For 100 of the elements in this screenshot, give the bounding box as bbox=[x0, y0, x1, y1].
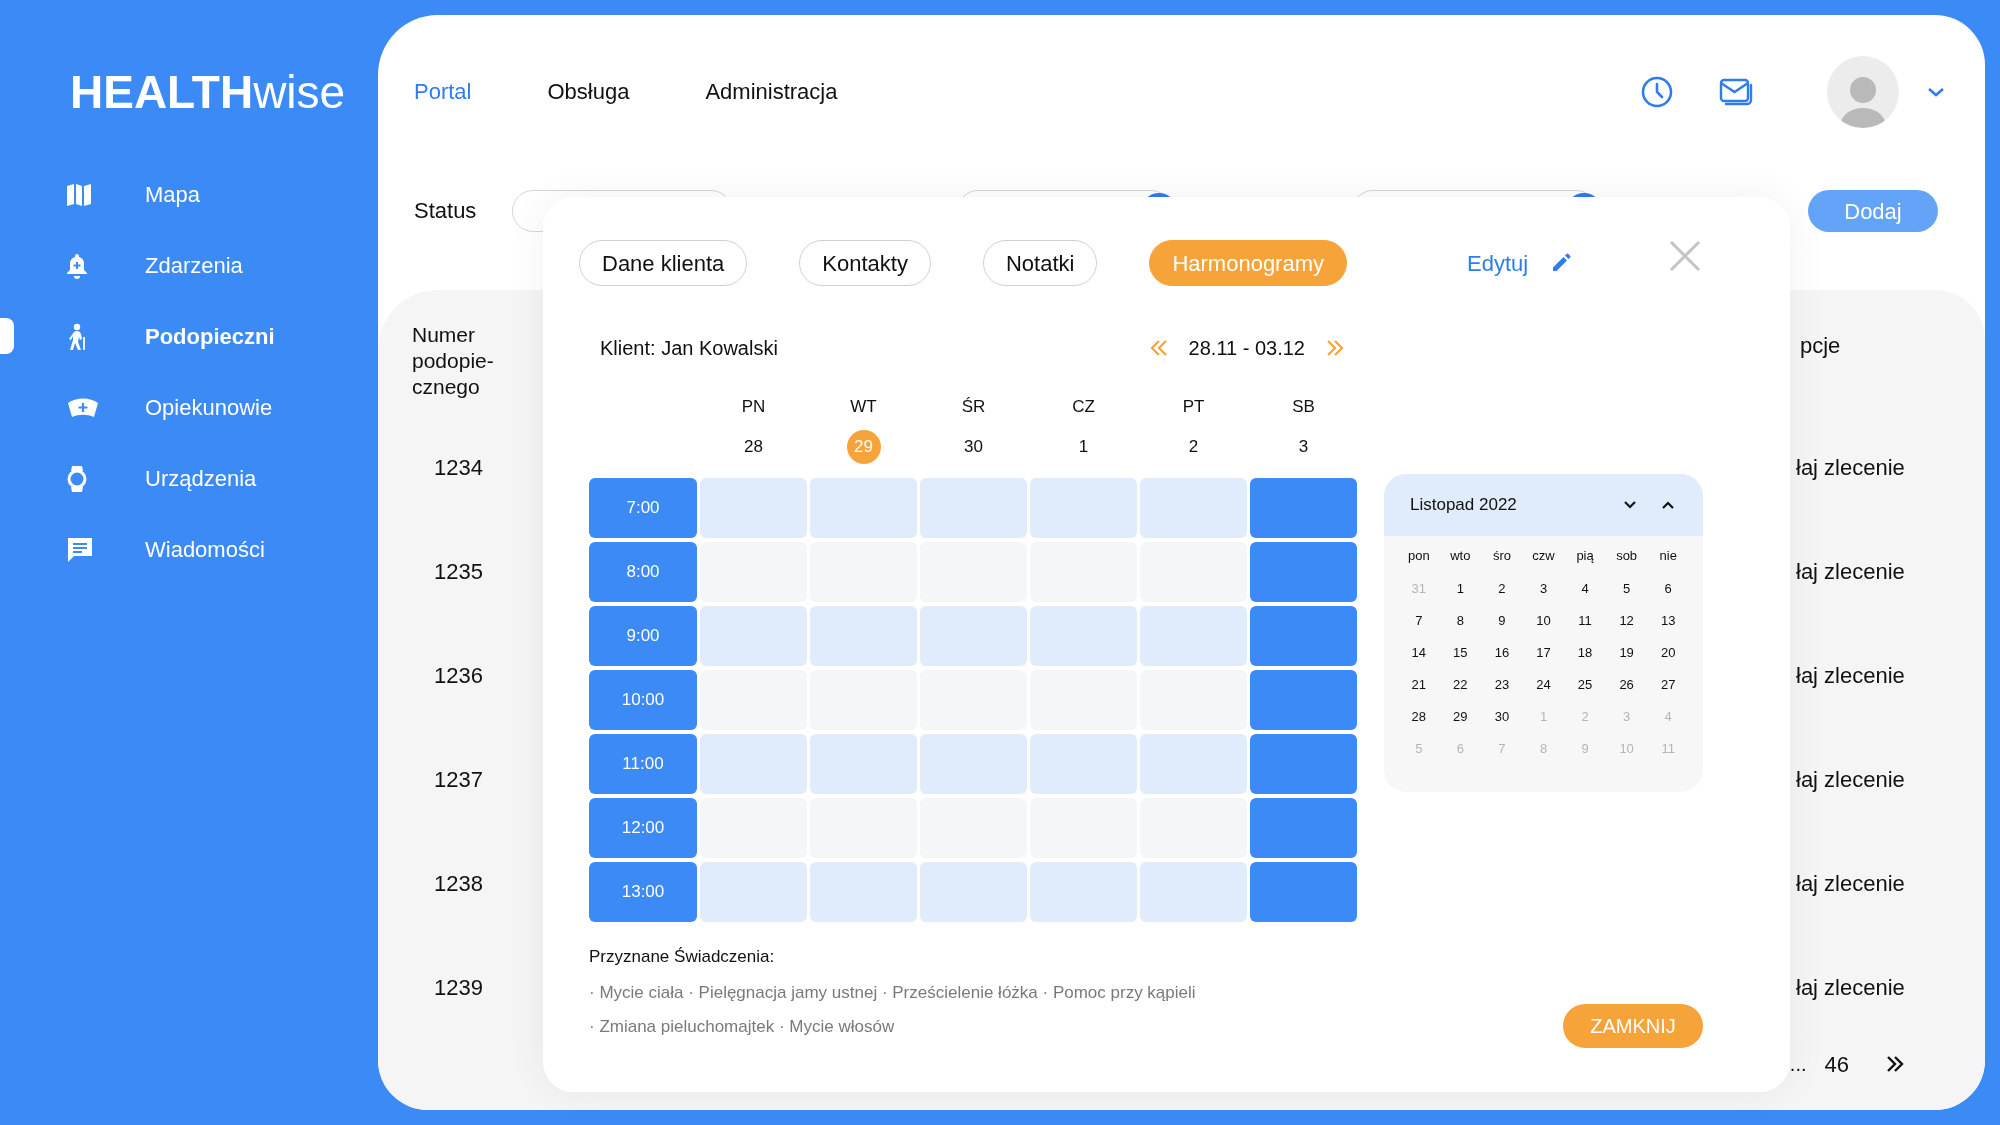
calendar-day[interactable]: 9 bbox=[1481, 610, 1523, 632]
action-link[interactable]: łaj zlecenie bbox=[1792, 554, 1985, 588]
table-cell-text: 1238 bbox=[433, 869, 483, 898]
tab[interactable]: Dane klienta bbox=[579, 240, 748, 286]
page-number[interactable]: 46 bbox=[1824, 1047, 1849, 1081]
weekday-label: pon bbox=[1406, 547, 1431, 565]
calendar-day[interactable]: 30 bbox=[1481, 706, 1523, 728]
schedule-cell[interactable] bbox=[1140, 478, 1247, 538]
calendar-day[interactable]: 7 bbox=[1398, 610, 1440, 632]
schedule-cell[interactable] bbox=[1140, 606, 1247, 666]
calendar-day[interactable]: 27 bbox=[1647, 674, 1689, 696]
day-date[interactable]: 1 bbox=[1066, 430, 1101, 464]
day-date[interactable]: 28 bbox=[736, 430, 771, 464]
calendar-day[interactable]: 24 bbox=[1522, 674, 1565, 696]
calendar-day[interactable]: 12 bbox=[1605, 610, 1648, 632]
schedule-cell[interactable] bbox=[1140, 862, 1247, 922]
calendar-day[interactable]: 2 bbox=[1481, 578, 1523, 600]
schedule-cell[interactable] bbox=[1250, 862, 1357, 922]
edit-link[interactable]: Edytuj bbox=[1467, 246, 1529, 280]
schedule-cell[interactable] bbox=[700, 734, 807, 794]
calendar-day[interactable]: 16 bbox=[1481, 642, 1523, 664]
schedule-cell[interactable] bbox=[1250, 606, 1357, 666]
clock-icon[interactable] bbox=[1641, 75, 1673, 108]
weekday-label: czw bbox=[1531, 547, 1556, 565]
nav-tab[interactable]: Portal bbox=[414, 75, 472, 108]
calendar-day[interactable]: 15 bbox=[1439, 642, 1482, 664]
schedule-cell[interactable] bbox=[1030, 862, 1137, 922]
time-slot: 10:00 bbox=[589, 670, 697, 730]
nav-tab[interactable]: Administracja bbox=[705, 75, 838, 108]
chevron-up-icon[interactable] bbox=[1661, 500, 1675, 510]
schedule-cell[interactable] bbox=[920, 862, 1027, 922]
schedule-cell[interactable] bbox=[920, 606, 1027, 666]
day-label: PT bbox=[1182, 396, 1205, 418]
calendar-day[interactable]: 19 bbox=[1605, 642, 1648, 664]
schedule-cell[interactable] bbox=[810, 862, 917, 922]
table-cell-text: 1235 bbox=[433, 557, 483, 586]
calendar-day[interactable]: 3 bbox=[1522, 578, 1565, 600]
schedule-cell[interactable] bbox=[920, 478, 1027, 538]
action-link[interactable]: łaj zlecenie bbox=[1792, 658, 1985, 692]
calendar-day[interactable]: 10 bbox=[1522, 610, 1565, 632]
day-date[interactable]: 2 bbox=[1176, 430, 1211, 464]
tab[interactable]: Notatki bbox=[982, 240, 1098, 286]
schedule-cell[interactable] bbox=[700, 862, 807, 922]
calendar-day[interactable]: 22 bbox=[1439, 674, 1482, 696]
day-label: WT bbox=[850, 396, 877, 418]
close-icon[interactable] bbox=[1669, 240, 1702, 272]
tab[interactable]: Kontakty bbox=[799, 240, 931, 286]
table-cell-text: 1234 bbox=[433, 453, 483, 482]
calendar-day[interactable]: 13 bbox=[1647, 610, 1689, 632]
pencil-icon[interactable] bbox=[1550, 252, 1573, 274]
schedule-cell[interactable] bbox=[810, 478, 917, 538]
calendar-day[interactable]: 4 bbox=[1564, 578, 1606, 600]
schedule-cell[interactable] bbox=[1250, 542, 1357, 602]
calendar-day[interactable]: 6 bbox=[1647, 578, 1689, 600]
calendar-day[interactable]: 18 bbox=[1564, 642, 1606, 664]
calendar-day[interactable]: 23 bbox=[1481, 674, 1523, 696]
weekday-label: pią bbox=[1575, 547, 1595, 565]
schedule-cell[interactable] bbox=[700, 478, 807, 538]
action-link[interactable]: łaj zlecenie bbox=[1792, 866, 1985, 900]
column-header: Numer podopie- cznego bbox=[412, 322, 495, 400]
time-slot: 13:00 bbox=[589, 862, 697, 922]
schedule-cell[interactable] bbox=[810, 606, 917, 666]
calendar-day[interactable]: 1 bbox=[1439, 578, 1482, 600]
client-name: Klient: Jan Kowalski bbox=[600, 336, 778, 361]
double-chevron-left-icon[interactable] bbox=[1148, 339, 1169, 357]
calendar-day[interactable]: 20 bbox=[1647, 642, 1689, 664]
calendar-day[interactable]: 26 bbox=[1605, 674, 1648, 696]
calendar-day[interactable]: 14 bbox=[1398, 642, 1440, 664]
schedule-cell[interactable] bbox=[700, 606, 807, 666]
nav-tab[interactable]: Obsługa bbox=[547, 75, 630, 108]
day-date[interactable]: 3 bbox=[1286, 430, 1321, 464]
chevron-down-icon[interactable] bbox=[1623, 500, 1637, 510]
calendar-day[interactable]: 29 bbox=[1439, 706, 1482, 728]
schedule-cell[interactable] bbox=[1250, 670, 1357, 730]
time-slot: 8:00 bbox=[589, 542, 697, 602]
table-cell-text: 1239 bbox=[433, 973, 483, 1002]
calendar-day[interactable]: 21 bbox=[1398, 674, 1440, 696]
calendar-day[interactable]: 5 bbox=[1605, 578, 1648, 600]
schedule-cell[interactable] bbox=[1250, 734, 1357, 794]
calendar-day[interactable]: 28 bbox=[1398, 706, 1440, 728]
schedule-cell[interactable] bbox=[1030, 734, 1137, 794]
schedule-cell[interactable] bbox=[1250, 478, 1357, 538]
schedule-cell[interactable] bbox=[1030, 606, 1137, 666]
calendar-day[interactable]: 8 bbox=[1439, 610, 1482, 632]
table-cell-text: 1236 bbox=[433, 661, 483, 690]
double-chevron-right-icon[interactable] bbox=[1885, 1055, 1905, 1073]
time-slot: 12:00 bbox=[589, 798, 697, 858]
schedule-cell[interactable] bbox=[1250, 798, 1357, 858]
action-link[interactable]: łaj zlecenie bbox=[1792, 450, 1985, 484]
day-date[interactable]: 30 bbox=[956, 430, 991, 464]
calendar-day[interactable]: 25 bbox=[1564, 674, 1606, 696]
schedule-cell[interactable] bbox=[810, 734, 917, 794]
mail-icon[interactable] bbox=[1719, 77, 1753, 106]
calendar-day[interactable]: 17 bbox=[1522, 642, 1565, 664]
action-link[interactable]: łaj zlecenie bbox=[1792, 970, 1985, 1004]
calendar-day[interactable]: 11 bbox=[1564, 610, 1606, 632]
action-link[interactable]: łaj zlecenie bbox=[1792, 762, 1985, 796]
schedule-cell[interactable] bbox=[1140, 734, 1247, 794]
schedule-cell[interactable] bbox=[920, 734, 1027, 794]
schedule-cell[interactable] bbox=[1030, 478, 1137, 538]
